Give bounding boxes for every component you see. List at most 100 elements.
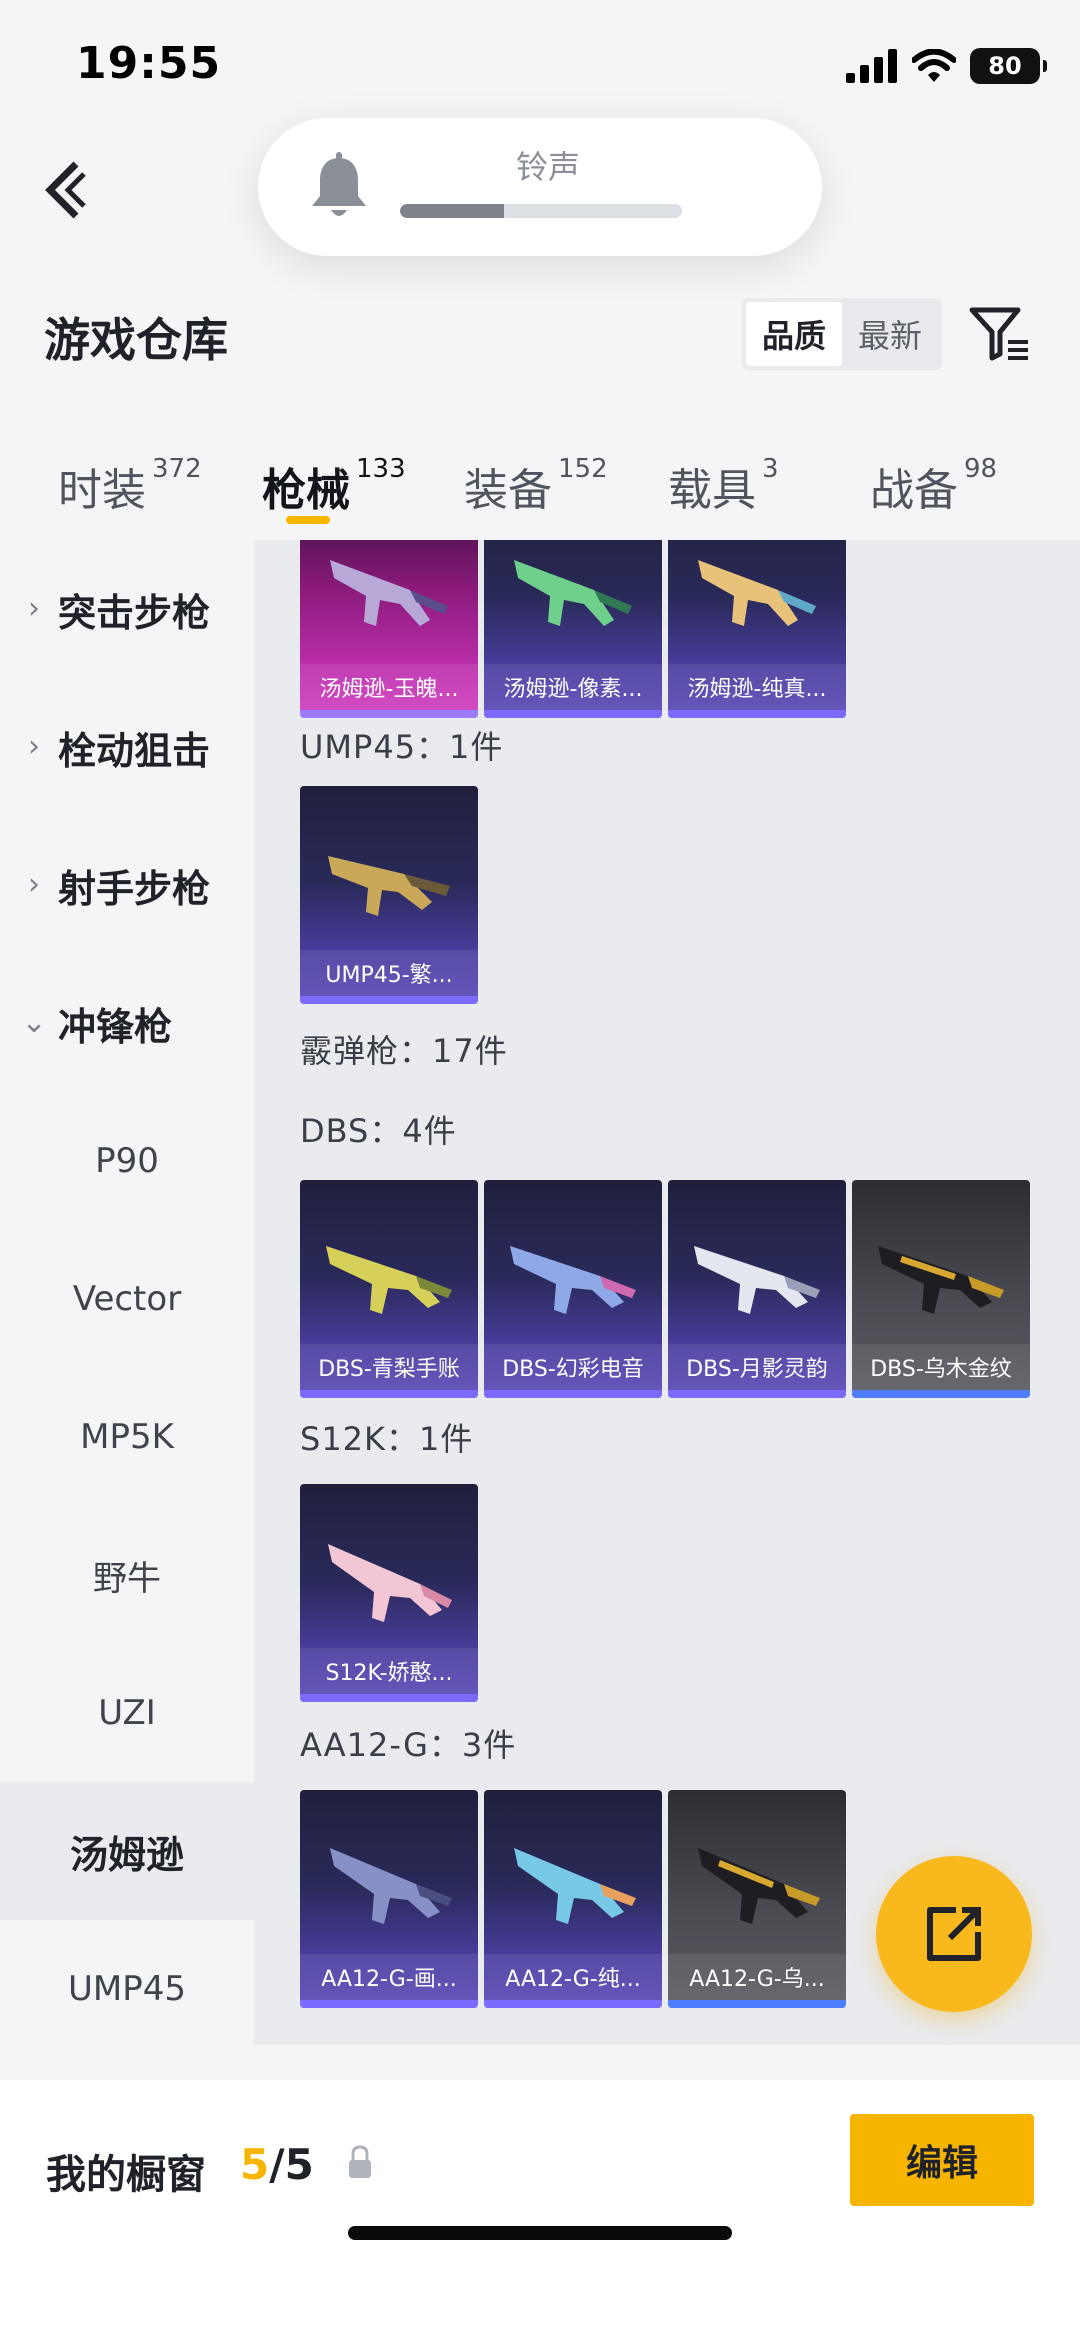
tab-fashion[interactable]: 时装 372 (58, 454, 202, 518)
shotgun-skin-icon (510, 1246, 636, 1314)
sidebar-subitem-ump45[interactable]: UMP45 (0, 1920, 254, 2058)
skin-label: DBS-青梨手账 (300, 1344, 478, 1390)
app-root: 19:55 80 铃声 游戏仓库 品质 最新 时装 372 枪械 133 装备 … (0, 0, 1080, 2339)
battery-indicator: 80 (970, 48, 1047, 84)
sidebar-item-label: 突击步枪 (58, 590, 211, 635)
showcase-count: 5/5 (240, 2140, 314, 2189)
sidebar-subitem-thompson[interactable]: 汤姆逊 (0, 1782, 254, 1920)
skin-label: 汤姆逊-玉魄... (300, 664, 478, 710)
sidebar-item-marksman-rifle[interactable]: › 射手步枪 (0, 816, 254, 954)
skin-card[interactable]: AA12-G-纯... (484, 1790, 662, 2008)
shotgun-skin-icon (694, 1246, 820, 1314)
tab-firearms[interactable]: 枪械 133 (262, 454, 406, 518)
back-button[interactable] (36, 150, 96, 230)
status-time: 19:55 (76, 38, 222, 89)
volume-slider[interactable] (400, 204, 682, 218)
sidebar-item-label: 冲锋枪 (58, 1004, 173, 1049)
smg-skin-icon (698, 560, 816, 626)
sort-option-quality[interactable]: 品质 (746, 302, 842, 366)
sidebar-item-bolt-sniper[interactable]: › 栓动狙击 (0, 678, 254, 816)
tab-label: 装备 (464, 465, 552, 516)
edit-button[interactable]: 编辑 (850, 2114, 1034, 2206)
skin-label: UMP45-繁... (300, 950, 478, 996)
skin-card[interactable]: 汤姆逊-纯真... (668, 540, 846, 718)
tab-tactical[interactable]: 战备 98 (870, 454, 997, 518)
sidebar-item-label: 射手步枪 (58, 866, 211, 911)
bell-icon (312, 152, 366, 216)
smg-skin-icon (330, 560, 448, 626)
volume-label: 铃声 (515, 148, 580, 186)
sidebar-subitem-uzi[interactable]: UZI (0, 1644, 254, 1782)
shotgun-skin-icon (698, 1848, 820, 1924)
filter-button[interactable] (966, 300, 1032, 366)
skin-card[interactable]: DBS-月影灵韵 (668, 1180, 846, 1398)
rarity-bar (300, 710, 478, 718)
skin-card[interactable]: AA12-G-画... (300, 1790, 478, 2008)
tab-vehicles[interactable]: 载具 3 (668, 454, 779, 518)
skin-label: AA12-G-画... (300, 1954, 478, 2000)
sidebar-item-label: 栓动狙击 (58, 728, 211, 773)
sidebar-subitem-bizon[interactable]: 野牛 (0, 1506, 254, 1644)
category-sidebar: › 突击步枪 › 栓动狙击 › 射手步枪 ⌄ 冲锋枪 P90 Vector MP… (0, 540, 254, 2070)
skin-card[interactable]: DBS-青梨手账 (300, 1180, 478, 1398)
filter-icon (969, 307, 1028, 361)
share-external-icon (927, 1907, 981, 1961)
skin-card[interactable]: DBS-乌木金纹 (852, 1180, 1030, 1398)
rarity-bar (668, 710, 846, 718)
tab-label: 战备 (870, 465, 958, 516)
shotgun-skin-icon (330, 1848, 452, 1924)
rarity-bar (484, 1390, 662, 1398)
section-title-shotgun: 霰弹枪：17件 (300, 1032, 508, 1070)
skin-label: DBS-月影灵韵 (668, 1344, 846, 1390)
rarity-bar (668, 2000, 846, 2008)
skin-label: S12K-娇憨... (300, 1648, 478, 1694)
section-title-s12k: S12K：1件 (300, 1420, 474, 1458)
tab-equipment[interactable]: 装备 152 (464, 454, 608, 518)
sidebar-subitem-vector[interactable]: Vector (0, 1230, 254, 1368)
tab-label: 载具 (668, 465, 756, 516)
sidebar-subitem-p90[interactable]: P90 (0, 1092, 254, 1230)
tab-label: 枪械 (262, 465, 350, 516)
shotgun-skin-icon (878, 1246, 1004, 1314)
skin-label: 汤姆逊-像素... (484, 664, 662, 710)
tab-count: 3 (762, 454, 779, 484)
smg-skin-icon (514, 560, 632, 626)
sidebar-subitem-mp5k[interactable]: MP5K (0, 1368, 254, 1506)
tab-active-indicator (286, 516, 330, 524)
sidebar-item-assault-rifle[interactable]: › 突击步枪 (0, 540, 254, 678)
skin-card[interactable]: 汤姆逊-像素... (484, 540, 662, 718)
skin-label: AA12-G-纯... (484, 1954, 662, 2000)
rarity-bar (300, 996, 478, 1004)
skin-label: AA12-G-乌... (668, 1954, 846, 2000)
category-tabs: 时装 372 枪械 133 装备 152 载具 3 战备 98 (0, 440, 1080, 550)
skin-card[interactable]: S12K-娇憨... (300, 1484, 478, 1702)
chevron-right-icon: › (28, 729, 40, 764)
shotgun-skin-icon (326, 1246, 452, 1314)
sort-option-newest[interactable]: 最新 (842, 302, 938, 366)
rarity-bar (668, 1390, 846, 1398)
skin-card[interactable]: AA12-G-乌... (668, 1790, 846, 2008)
tab-count: 98 (964, 454, 998, 484)
skin-card[interactable]: 汤姆逊-玉魄... (300, 540, 478, 718)
tab-label: 时装 (58, 465, 146, 516)
rarity-bar (300, 2000, 478, 2008)
skin-label: DBS-乌木金纹 (852, 1344, 1030, 1390)
chevron-left-icon (45, 161, 86, 219)
rarity-bar (484, 2000, 662, 2008)
tab-count: 152 (558, 454, 608, 484)
rarity-bar (484, 710, 662, 718)
shotgun-skin-icon (514, 1848, 636, 1924)
signal-icon (846, 49, 897, 83)
skin-card[interactable]: UMP45-繁... (300, 786, 478, 1004)
volume-fill (400, 204, 505, 218)
rarity-bar (300, 1390, 478, 1398)
volume-hud: 铃声 (258, 118, 822, 256)
rarity-bar (300, 1694, 478, 1702)
showcase-current: 5 (240, 2140, 270, 2189)
skin-card[interactable]: DBS-幻彩电音 (484, 1180, 662, 1398)
chevron-right-icon: › (28, 591, 40, 626)
sort-toggle: 品质 最新 (742, 298, 942, 370)
section-title-aa12g: AA12-G：3件 (300, 1726, 517, 1764)
share-button[interactable] (876, 1856, 1032, 2012)
sidebar-item-smg[interactable]: ⌄ 冲锋枪 (0, 954, 254, 1092)
